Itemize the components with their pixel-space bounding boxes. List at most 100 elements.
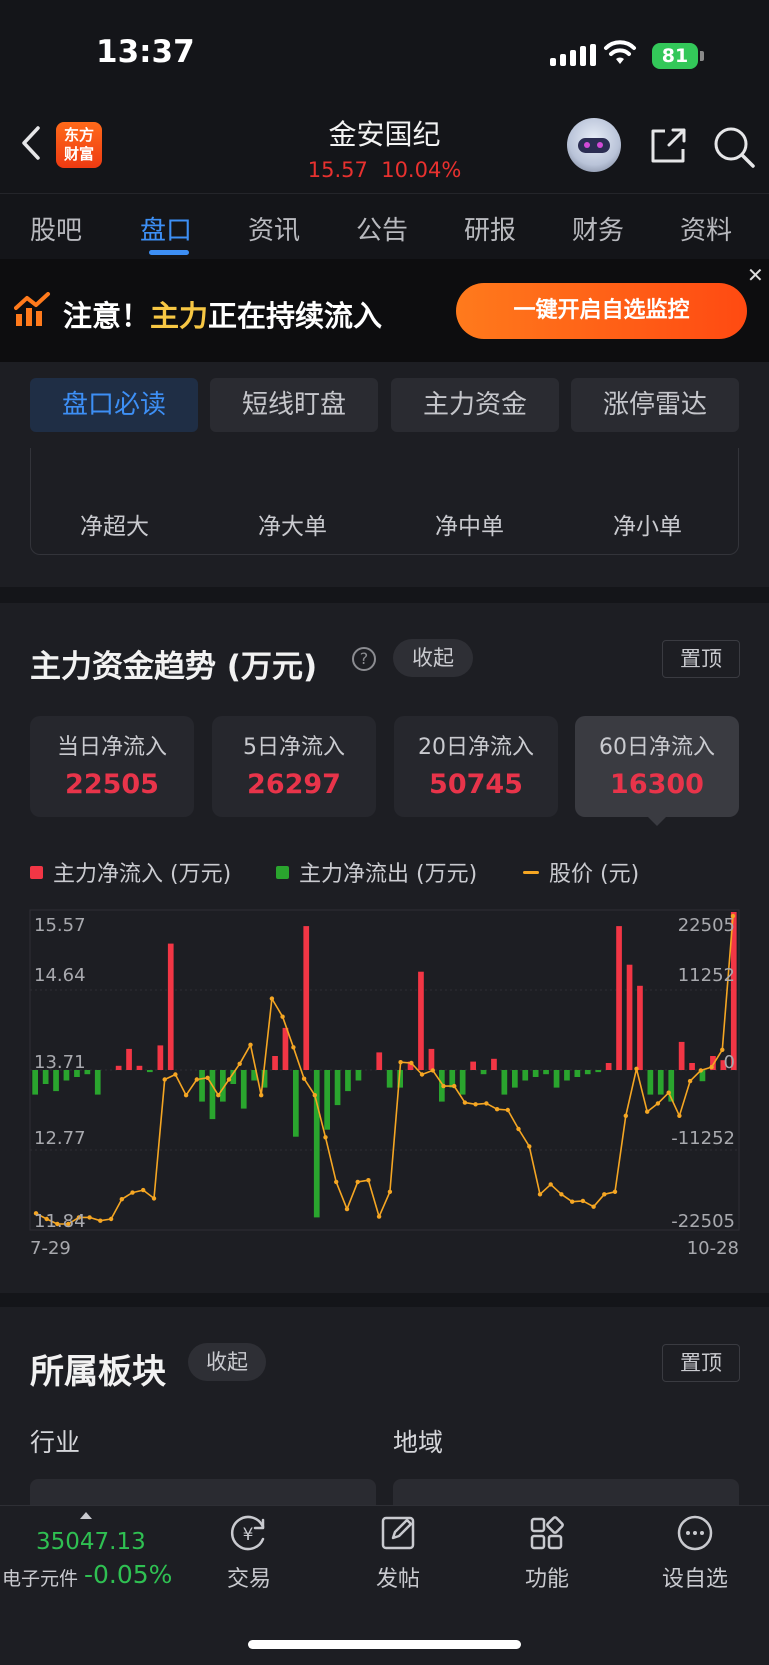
sector-title: 所属板块 [30,1352,166,1392]
stat-card-20d[interactable]: 20日净流入 50745 [394,716,558,817]
price-point [602,1192,607,1197]
price-point [237,1061,242,1066]
trade-button[interactable]: ¥ 交易 [199,1513,299,1593]
right-axis-tick: 22505 [678,915,735,936]
functions-button[interactable]: 功能 [497,1513,597,1593]
sector-collapse-button[interactable]: 收起 [188,1343,266,1381]
tab-finance[interactable]: 财务 [572,210,624,247]
price-point [580,1198,586,1204]
price-point [452,1083,457,1089]
stat-value: 22505 [65,769,159,800]
price-point [312,1093,317,1098]
price-point [494,1107,500,1112]
legend-inflow-label: 主力净流入 (万元) [53,862,232,887]
wifi-icon [604,40,636,64]
price-point [462,1100,468,1105]
share-icon[interactable] [647,125,689,167]
price-point [269,996,275,1001]
add-watchlist-button[interactable]: 设自选 [645,1513,745,1593]
outflow-bar [199,1070,205,1102]
subtab-main-funds[interactable]: 主力资金 [391,378,559,432]
post-button[interactable]: 发帖 [348,1513,448,1593]
price-point [291,1045,296,1050]
inflow-bar [272,1056,278,1070]
price-point [655,1101,661,1106]
pin-top-button[interactable]: 置顶 [662,640,740,678]
tab-pankou[interactable]: 盘口 [140,210,192,247]
price-point [505,1107,510,1113]
help-icon[interactable]: ? [352,647,376,671]
inflow-bar [491,1058,497,1070]
inflow-bar [689,1063,695,1070]
enable-monitor-button[interactable]: 一键开启自选监控 [456,283,747,339]
left-axis-tick: 13.71 [34,1052,86,1073]
legend-price: 股价 (元) [523,856,639,888]
price-point [516,1126,521,1132]
tab-announcements[interactable]: 公告 [356,210,408,247]
price-point [108,1216,114,1222]
stat-value: 50745 [429,769,523,800]
outflow-bar [209,1070,216,1120]
stat-card-60d[interactable]: 60日净流入 16300 [575,716,739,817]
price-point [698,1068,703,1073]
tab-research[interactable]: 研报 [464,210,516,247]
outflow-bar [574,1070,581,1077]
tab-news[interactable]: 资讯 [248,210,300,247]
inflow-bar [167,943,174,1070]
inflow-bar [418,971,424,1070]
outflow-bar [564,1070,570,1081]
banner-highlight: 主力 [150,299,209,333]
subtab-must-read[interactable]: 盘口必读 [30,378,198,432]
sector-pin-button[interactable]: 置顶 [662,1344,740,1382]
index-name: 电子元件 [2,1568,79,1590]
outflow-bar [324,1070,330,1130]
outflow-bar [522,1070,529,1081]
price-point [441,1083,446,1089]
price-point [409,1060,414,1066]
yuan-refresh-icon: ¥ [231,1515,265,1551]
price-point [623,1113,628,1118]
price-point [323,1135,328,1140]
index-change: -0.05% [84,1560,173,1589]
price-point [141,1187,146,1193]
price-point [98,1218,103,1223]
stat-label: 5日净流入 [243,735,345,760]
close-icon[interactable]: ✕ [747,263,764,287]
search-icon[interactable] [712,125,756,169]
outflow-bar [240,1070,247,1109]
price-point [162,1077,167,1082]
active-tab-indicator [149,250,189,255]
right-axis-tick: -22505 [671,1211,735,1232]
tab-profile[interactable]: 资料 [680,210,732,247]
stock-change: 10.04% [381,158,462,182]
price-point [301,1076,307,1081]
fund-flow-chart[interactable]: 15.57 14.64 13.71 12.77 11.84 22505 11252 0 -112… [0,900,769,1270]
legend-inflow: 主力净流入 (万元) [30,856,231,888]
subtab-limit-up-radar[interactable]: 涨停雷达 [571,378,739,432]
collapse-button[interactable]: 收起 [393,639,473,677]
legend-outflow-label: 主力净流出 (万元) [299,862,478,887]
ai-assistant-icon[interactable] [567,118,621,172]
index-value[interactable]: 35047.13 [36,1529,146,1555]
price-point [259,1093,264,1098]
outflow-bar [657,1070,664,1095]
post-label: 发帖 [375,1567,420,1592]
legend-price-label: 股价 (元) [549,862,640,887]
more-icon [677,1515,713,1551]
price-point [334,1179,339,1185]
price-point [205,1075,210,1080]
outflow-bar [532,1070,539,1077]
inflow-bar [428,1048,435,1070]
inflow-bar [282,1027,289,1070]
stat-card-today[interactable]: 当日净流入 22505 [30,716,194,817]
expand-caret-icon[interactable] [80,1512,92,1519]
outflow-bar [53,1070,59,1092]
subtab-short-term[interactable]: 短线盯盘 [210,378,378,432]
price-point [645,1109,650,1114]
stat-card-5d[interactable]: 5日净流入 26297 [212,716,376,817]
inflow-bar [136,1065,143,1070]
price-point [419,1072,425,1077]
outflow-bar [147,1070,153,1073]
outflow-bar [32,1070,38,1095]
tab-guba[interactable]: 股吧 [30,210,82,247]
